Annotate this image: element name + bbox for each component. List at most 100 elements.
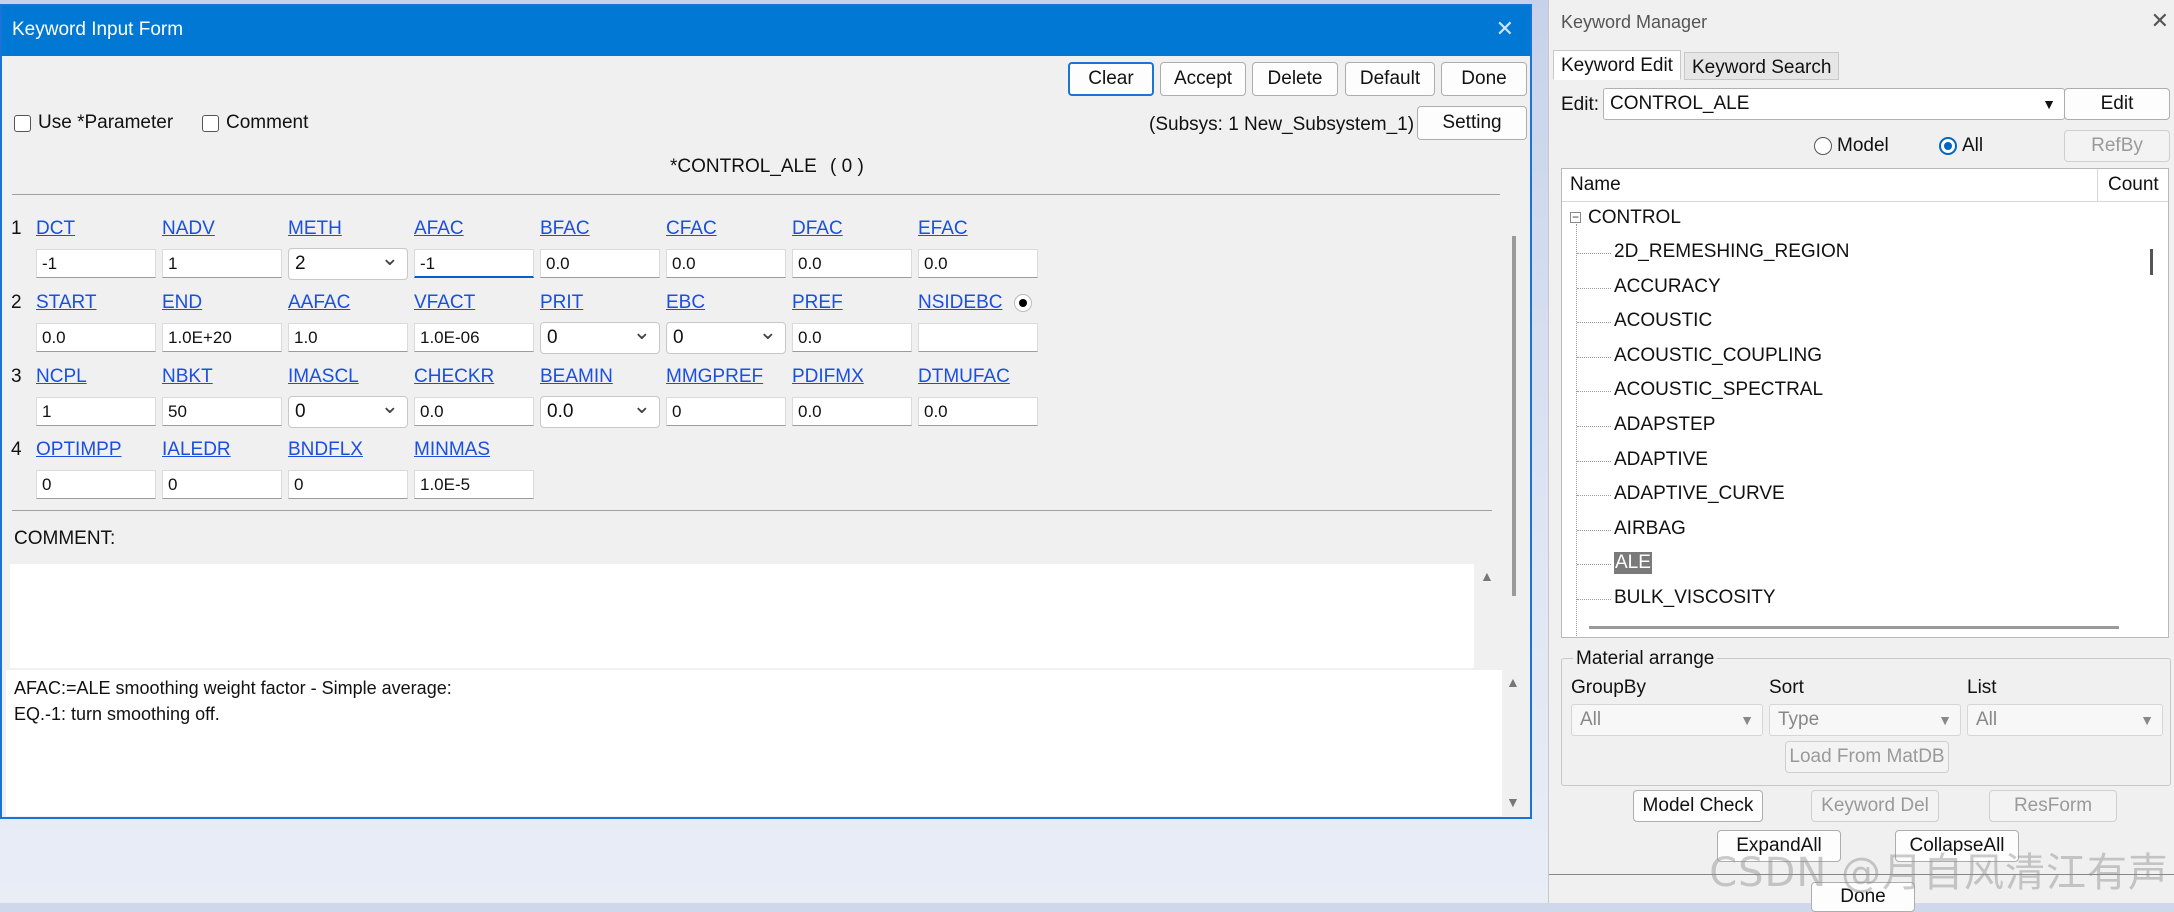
tree-item[interactable]: ACOUSTIC_SPECTRAL [1614,379,1823,401]
scroll-up-icon[interactable]: ▲ [1480,568,1494,584]
field-input-pdifmx[interactable]: 0.0 [792,397,912,426]
field-input-dct[interactable]: -1 [36,249,156,278]
field-label-aafac[interactable]: AAFAC [288,292,350,314]
field-input-start[interactable]: 0.0 [36,323,156,352]
field-label-efac[interactable]: EFAC [918,218,968,240]
keyword-edit-combobox[interactable]: CONTROL_ALE ▼ [1603,88,2065,120]
edit-button[interactable]: Edit [2064,88,2170,120]
scroll-down-icon[interactable]: ▼ [1506,794,1520,810]
refby-button[interactable]: RefBy [2064,130,2170,162]
field-input-afac[interactable]: -1 [414,249,534,278]
field-select-beamin[interactable]: 0.0 ⌄ [540,393,660,428]
field-input-bndflx[interactable]: 0 [288,470,408,499]
clear-button[interactable]: Clear [1068,62,1154,96]
model-check-button[interactable]: Model Check [1633,790,1763,822]
field-input-aafac[interactable]: 1.0 [288,323,408,352]
comment-checkbox[interactable]: Comment [202,112,308,134]
comment-scrollbar[interactable]: ▲ [1478,564,1494,668]
tree-item[interactable]: 2D_REMESHING_REGION [1614,241,1849,263]
collapse-icon[interactable]: − [1570,211,1581,223]
tree-item[interactable]: ACOUSTIC [1614,310,1712,332]
field-label-nbkt[interactable]: NBKT [162,366,213,388]
field-select-meth[interactable]: 2 ⌄ [288,245,408,280]
field-input-pref[interactable]: 0.0 [792,323,912,352]
tab-keyword-search[interactable]: Keyword Search [1684,52,1840,80]
tree-item-selected[interactable]: ALE [1614,552,1652,575]
field-label-end[interactable]: END [162,292,202,314]
groupby-select[interactable]: All ▼ [1571,704,1763,736]
chevron-down-icon[interactable]: ▼ [2042,89,2056,119]
field-input-vfact[interactable]: 1.0E-06 [414,323,534,352]
field-select-ebc[interactable]: 0 ⌄ [666,319,786,354]
radio-model[interactable]: Model [1814,135,1889,157]
field-label-optimpp[interactable]: OPTIMPP [36,439,122,461]
tab-keyword-edit[interactable]: Keyword Edit [1553,50,1681,80]
field-input-optimpp[interactable]: 0 [36,470,156,499]
field-label-checkr[interactable]: CHECKR [414,366,494,388]
load-from-matdb-button[interactable]: Load From MatDB [1785,741,1949,773]
checkbox-box[interactable] [14,114,31,132]
tree-hscrollbar-thumb[interactable] [1589,626,2119,629]
checkbox-box[interactable] [202,114,219,132]
field-label-nsidebc[interactable]: NSIDEBC [918,292,1002,314]
delete-button[interactable]: Delete [1252,62,1338,96]
radio-circle-selected[interactable] [1939,137,1957,155]
indicator-dot-icon[interactable] [1014,294,1032,312]
form-scrollbar-thumb[interactable] [1512,236,1516,596]
list-select[interactable]: All ▼ [1967,704,2163,736]
column-count[interactable]: Count [2108,174,2159,196]
field-input-checkr[interactable]: 0.0 [414,397,534,426]
field-input-nbkt[interactable]: 50 [162,397,282,426]
field-input-end[interactable]: 1.0E+20 [162,323,282,352]
tree-scrollbar-thumb[interactable] [2150,249,2153,275]
accept-button[interactable]: Accept [1160,62,1246,96]
close-icon[interactable]: ✕ [1496,16,1514,42]
title-bar[interactable]: Keyword Input Form ✕ [2,6,1530,56]
field-input-nsidebc[interactable] [918,323,1038,352]
field-label-ncpl[interactable]: NCPL [36,366,87,388]
field-label-mmgpref[interactable]: MMGPREF [666,366,763,388]
field-select-prit[interactable]: 0 ⌄ [540,319,660,354]
field-input-efac[interactable]: 0.0 [918,249,1038,278]
field-input-ncpl[interactable]: 1 [36,397,156,426]
setting-button[interactable]: Setting [1417,106,1527,140]
radio-all[interactable]: All [1939,135,1983,157]
column-name[interactable]: Name [1570,174,1621,196]
sort-select[interactable]: Type ▼ [1769,704,1961,736]
tree-item[interactable]: ADAPTIVE_CURVE [1614,483,1785,505]
close-icon[interactable]: ✕ [2151,8,2169,34]
keyword-del-button[interactable]: Keyword Del [1811,790,1939,822]
field-label-dtmufac[interactable]: DTMUFAC [918,366,1010,388]
field-label-start[interactable]: START [36,292,97,314]
field-label-dfac[interactable]: DFAC [792,218,843,240]
comment-textarea[interactable] [10,564,1474,668]
field-label-cfac[interactable]: CFAC [666,218,717,240]
field-label-minmas[interactable]: MINMAS [414,439,490,461]
field-input-ialedr[interactable]: 0 [162,470,282,499]
field-label-imascl[interactable]: IMASCL [288,366,359,388]
field-input-dfac[interactable]: 0.0 [792,249,912,278]
field-label-nadv[interactable]: NADV [162,218,215,240]
field-label-pdifmx[interactable]: PDIFMX [792,366,864,388]
tree-root-control[interactable]: CONTROL [1588,207,1681,229]
field-input-mmgpref[interactable]: 0 [666,397,786,426]
field-label-beamin[interactable]: BEAMIN [540,366,613,388]
field-label-afac[interactable]: AFAC [414,218,464,240]
scroll-up-icon[interactable]: ▲ [1506,674,1520,690]
field-label-bndflx[interactable]: BNDFLX [288,439,363,461]
radio-circle[interactable] [1814,137,1832,155]
default-button[interactable]: Default [1345,62,1435,96]
field-label-ebc[interactable]: EBC [666,292,705,314]
field-input-cfac[interactable]: 0.0 [666,249,786,278]
tree-item[interactable]: ACCURACY [1614,276,1721,298]
field-label-prit[interactable]: PRIT [540,292,583,314]
field-label-dct[interactable]: DCT [36,218,75,240]
use-parameter-checkbox[interactable]: Use *Parameter [14,112,173,134]
tree-item[interactable]: BULK_VISCOSITY [1614,587,1776,609]
field-label-meth[interactable]: METH [288,218,342,240]
field-label-ialedr[interactable]: IALEDR [162,439,231,461]
field-label-pref[interactable]: PREF [792,292,843,314]
tree-item[interactable]: ADAPTIVE [1614,449,1708,471]
tree-item[interactable]: ADAPSTEP [1614,414,1715,436]
field-input-dtmufac[interactable]: 0.0 [918,397,1038,426]
